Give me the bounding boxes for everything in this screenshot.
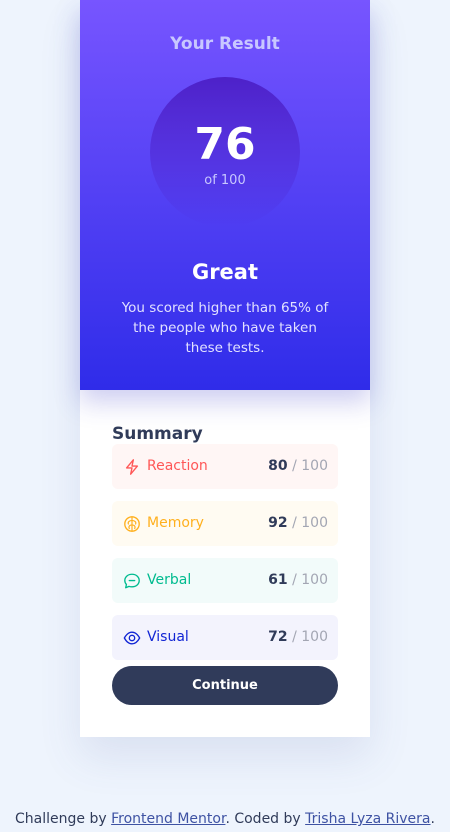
summary-row-visual: Visual 72 / 100 bbox=[112, 615, 338, 660]
summary-row-verbal: Verbal 61 / 100 bbox=[112, 558, 338, 603]
brain-icon bbox=[124, 516, 140, 532]
frontend-mentor-link[interactable]: Frontend Mentor bbox=[111, 811, 225, 827]
continue-button[interactable]: Continue bbox=[112, 666, 338, 705]
summary-row-memory: Memory 92 / 100 bbox=[112, 501, 338, 546]
attribution-prefix: Challenge by bbox=[15, 811, 112, 827]
summary-row-reaction: Reaction 80 / 100 bbox=[112, 444, 338, 489]
summary-label: Reaction bbox=[147, 458, 208, 474]
rating-title: Great bbox=[191, 260, 259, 284]
summary-title: Summary bbox=[112, 424, 203, 444]
summary-score: 72 / 100 bbox=[268, 629, 328, 645]
summary-score: 61 / 100 bbox=[268, 572, 328, 588]
result-heading: Your Result bbox=[170, 34, 280, 54]
score-circle: 76 of 100 bbox=[150, 77, 300, 227]
results-card: Your Result 76 of 100 Great You scored h… bbox=[80, 0, 370, 737]
attribution: Challenge by Frontend Mentor. Coded by T… bbox=[0, 811, 450, 827]
lightning-icon bbox=[125, 459, 139, 475]
attribution-middle: . Coded by bbox=[225, 811, 306, 827]
summary-label: Visual bbox=[147, 629, 189, 645]
score-max: of 100 bbox=[204, 173, 246, 188]
author-link[interactable]: Trisha Lyza Rivera bbox=[305, 811, 430, 827]
summary-score: 92 / 100 bbox=[268, 515, 328, 531]
attribution-suffix: . bbox=[430, 811, 435, 827]
summary-label: Verbal bbox=[147, 572, 192, 588]
speech-bubble-icon bbox=[124, 573, 140, 589]
result-description: You scored higher than 65% of the people… bbox=[121, 300, 329, 356]
score-value: 76 bbox=[194, 119, 256, 170]
eye-icon bbox=[123, 631, 141, 645]
summary-score: 80 / 100 bbox=[268, 458, 328, 474]
summary-label: Memory bbox=[147, 515, 204, 531]
result-panel: Your Result 76 of 100 Great You scored h… bbox=[80, 0, 370, 390]
